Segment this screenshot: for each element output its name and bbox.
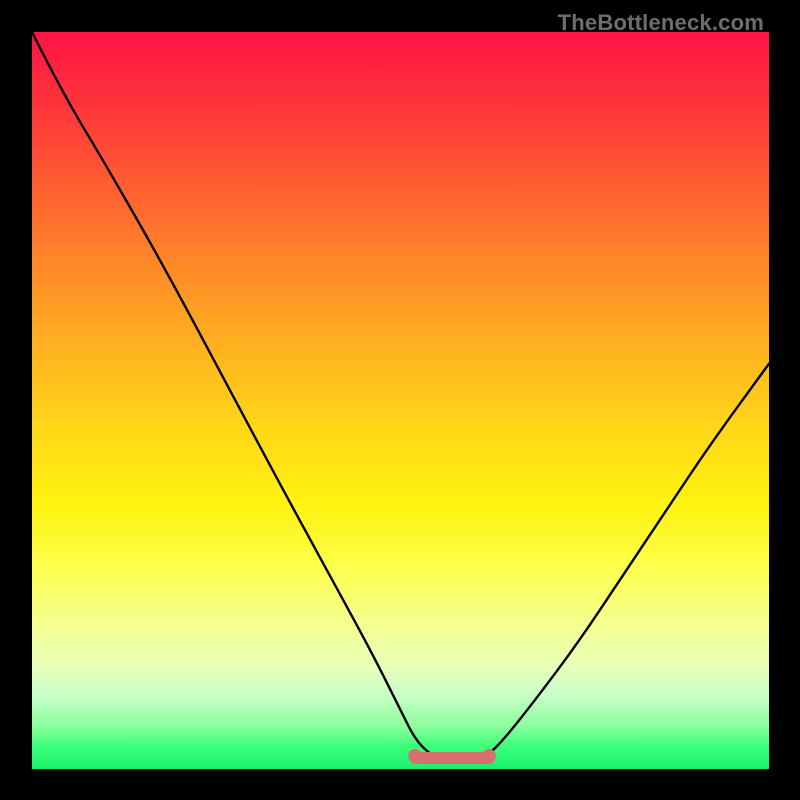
- plot-area: [32, 32, 769, 769]
- flat-region-dot-right: [482, 749, 496, 763]
- bottleneck-curve: [32, 32, 769, 762]
- chart-svg: [32, 32, 769, 769]
- flat-region-dot-left: [408, 749, 422, 763]
- chart-frame: TheBottleneck.com: [0, 0, 800, 800]
